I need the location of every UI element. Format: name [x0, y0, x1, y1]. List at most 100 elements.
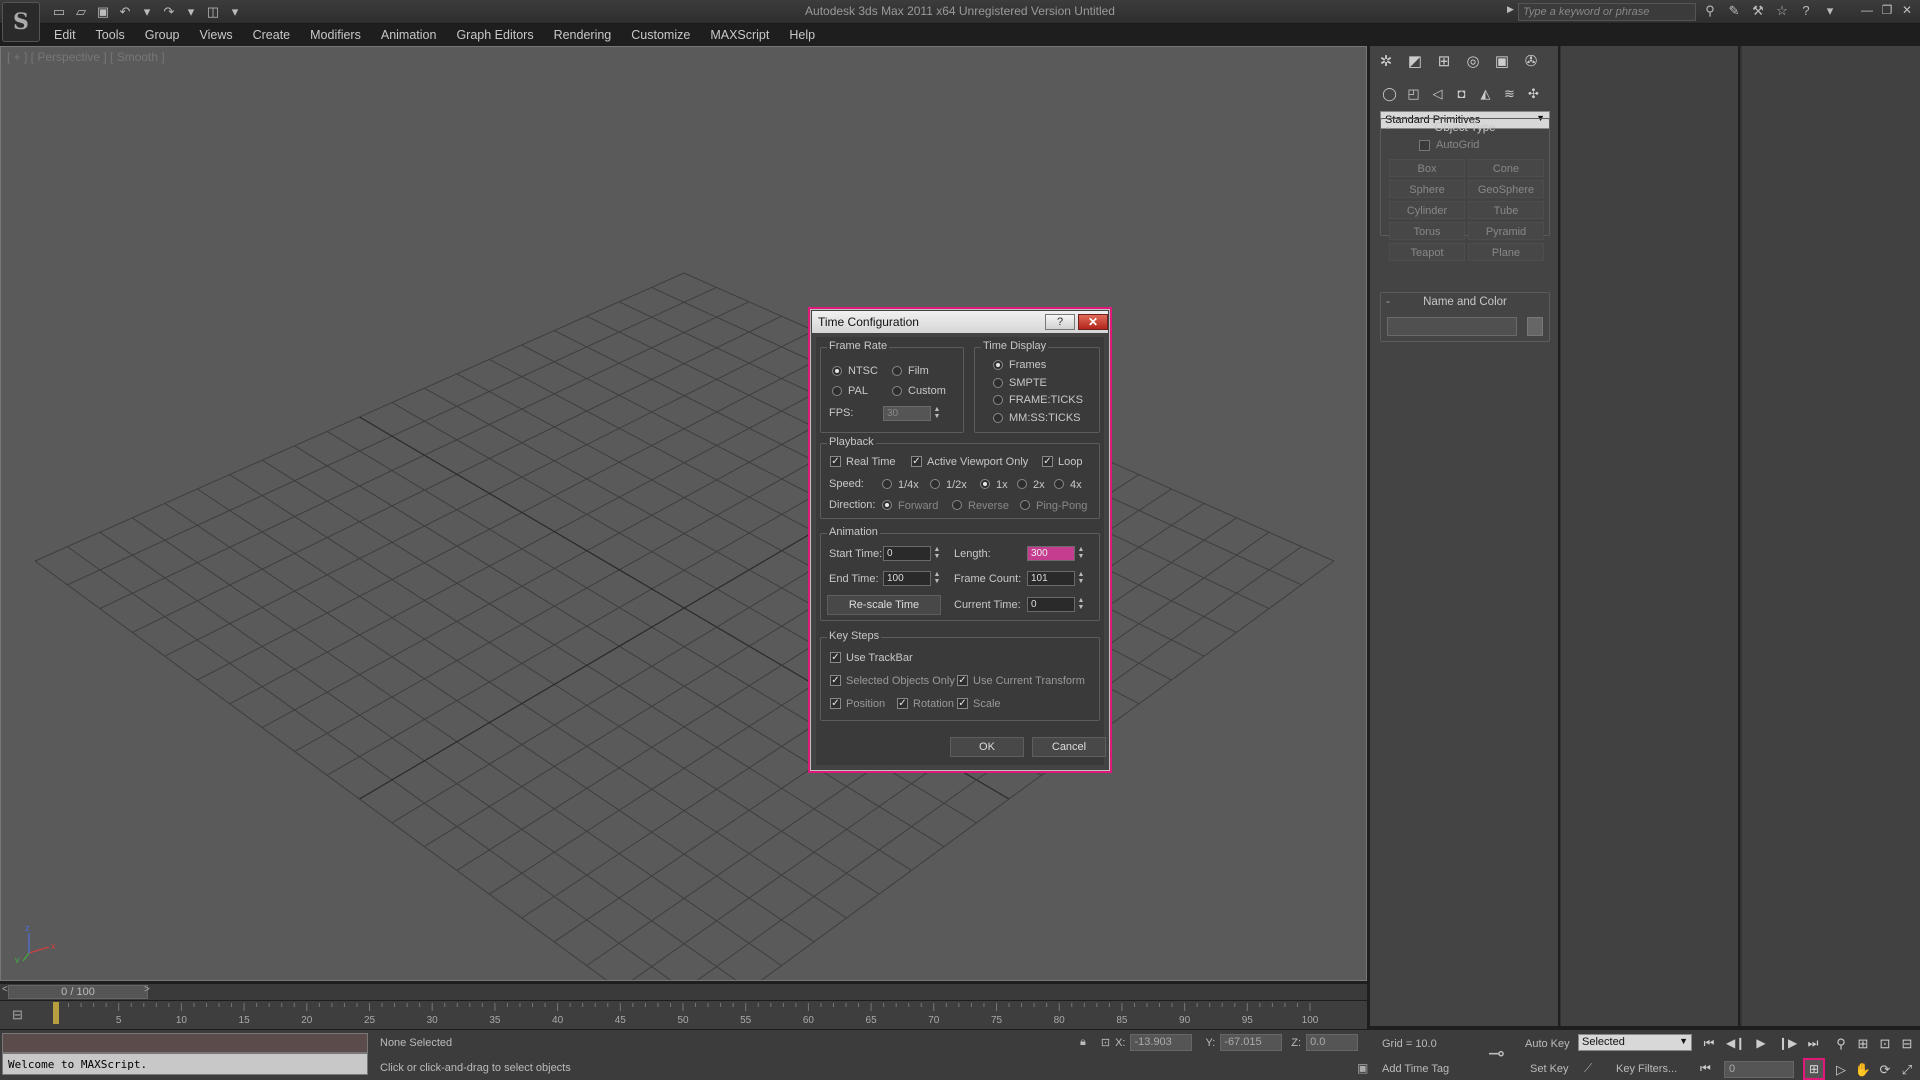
direction-ping-pong-radio[interactable] [1020, 500, 1030, 510]
window-close-icon[interactable]: ✕ [1900, 3, 1914, 17]
orbit-icon[interactable]: ⟳ [1874, 1062, 1896, 1078]
menu-group[interactable]: Group [135, 24, 190, 46]
start-time-spinner[interactable]: 0 ▲ ▼ [883, 546, 943, 561]
restore-icon[interactable]: ❐ [1880, 3, 1894, 17]
current-time-spinner[interactable]: 0 ▲ ▼ [1027, 597, 1087, 612]
x-coordinate-field[interactable]: -13.903 [1130, 1034, 1193, 1051]
dialog-close-button[interactable]: ✕ [1078, 314, 1108, 330]
current-frame-field[interactable]: 0 [1724, 1061, 1794, 1078]
cylinder-button[interactable]: Cylinder [1389, 201, 1465, 219]
position-checkbox[interactable]: ✓ [830, 698, 841, 709]
zoom-extents-all-icon[interactable]: ⊟ [1896, 1036, 1918, 1052]
menu-views[interactable]: Views [189, 24, 242, 46]
cameras-icon[interactable]: ◘ [1452, 84, 1471, 104]
viewport-label[interactable]: [ + ] [ Perspective ] [ Smooth ] [7, 50, 165, 64]
time-slider[interactable]: < 0 / 100 > [0, 984, 1367, 1000]
film-radio[interactable] [892, 366, 902, 376]
plane-button[interactable]: Plane [1468, 243, 1544, 261]
use-trackbar-checkbox[interactable]: ✓ [830, 652, 841, 663]
mm-ss-ticks-radio[interactable] [993, 413, 1003, 423]
dialog-title-bar[interactable]: Time Configuration ? ✕ [812, 311, 1108, 333]
play-icon[interactable]: ▶ [1752, 1036, 1770, 1051]
fps-spinner[interactable]: 30 ▲ ▼ [883, 406, 943, 421]
ok-button[interactable]: OK [950, 737, 1024, 757]
go-to-start-icon[interactable]: ⏮ [1700, 1036, 1718, 1051]
selected-objects-only-checkbox[interactable]: ✓ [830, 675, 841, 686]
subscription-icon[interactable]: ✎ [1726, 3, 1742, 19]
use-current-transform-checkbox[interactable]: ✓ [957, 675, 968, 686]
speed-quarter-radio[interactable] [882, 479, 892, 489]
display-tab-icon[interactable]: ▣ [1490, 50, 1514, 74]
frame-count-field[interactable]: 101 [1027, 571, 1075, 586]
dialog-help-button[interactable]: ? [1045, 314, 1075, 330]
trackbar[interactable]: ⊟ 5 10 15 20 25 30 35 40 45 50 55 60 65 70 75 80 85 90 95 1… [0, 1001, 1367, 1029]
object-color-swatch[interactable] [1527, 317, 1543, 336]
go-to-end-icon[interactable]: ⏭ [1804, 1036, 1822, 1051]
selection-lock-icon[interactable]: 🔒︎ [1080, 1036, 1086, 1049]
favorites-star-icon[interactable]: ☆ [1774, 3, 1790, 19]
utilities-tab-icon[interactable]: ✇ [1519, 50, 1543, 74]
real-time-checkbox[interactable]: ✓ [830, 456, 841, 467]
name-and-color-header[interactable]: - Name and Color [1381, 293, 1549, 311]
custom-radio[interactable] [892, 386, 902, 396]
smpte-radio[interactable] [993, 378, 1003, 388]
time-slider-next-icon[interactable]: > [144, 984, 150, 995]
shapes-icon[interactable]: ◰ [1404, 84, 1423, 104]
object-type-header[interactable]: - Object Type [1381, 119, 1549, 137]
search-expand-icon[interactable]: ▶ [1507, 4, 1514, 15]
frame-count-spinner[interactable]: 101 ▲ ▼ [1027, 571, 1087, 586]
scale-checkbox[interactable]: ✓ [957, 698, 968, 709]
maxscript-input[interactable] [2, 1033, 368, 1053]
spinner-arrows-icon[interactable]: ▲ ▼ [1076, 546, 1086, 561]
spinner-arrows-icon[interactable]: ▲ ▼ [1076, 571, 1086, 586]
previous-frame-icon[interactable]: ◀❙ [1726, 1036, 1745, 1051]
menu-animation[interactable]: Animation [371, 24, 447, 46]
search-input[interactable]: Type a keyword or phrase [1518, 3, 1696, 21]
create-tab-icon[interactable]: ✲ [1374, 50, 1398, 74]
key-mode-dropdown[interactable]: Selected ▼ [1578, 1034, 1692, 1051]
box-button[interactable]: Box [1389, 159, 1465, 177]
time-slider-prev-icon[interactable]: < [2, 984, 8, 995]
frames-radio[interactable] [993, 360, 1003, 370]
menu-rendering[interactable]: Rendering [544, 24, 622, 46]
direction-reverse-radio[interactable] [952, 500, 962, 510]
loop-checkbox[interactable]: ✓ [1042, 456, 1053, 467]
cancel-button[interactable]: Cancel [1032, 737, 1106, 757]
spinner-arrows-icon[interactable]: ▲ ▼ [932, 571, 942, 586]
menu-modifiers[interactable]: Modifiers [300, 24, 371, 46]
communication-center-icon[interactable]: ⚒ [1750, 3, 1766, 19]
zoom-all-icon[interactable]: ⊞ [1852, 1036, 1874, 1052]
systems-icon[interactable]: ✣ [1524, 84, 1543, 104]
add-time-tag-button[interactable]: Add Time Tag [1382, 1063, 1449, 1075]
perspective-viewport[interactable]: [ + ] [ Perspective ] [ Smooth ] x y z [0, 46, 1367, 981]
spinner-arrows-icon[interactable]: ▲ ▼ [1076, 597, 1086, 612]
absolute-mode-icon[interactable]: ⊡ [1101, 1036, 1110, 1049]
pyramid-button[interactable]: Pyramid [1468, 222, 1544, 240]
length-field[interactable]: 300 [1027, 546, 1075, 561]
active-viewport-only-checkbox[interactable]: ✓ [911, 456, 922, 467]
maxscript-output[interactable]: Welcome to MAXScript. [2, 1053, 368, 1075]
rotation-checkbox[interactable]: ✓ [897, 698, 908, 709]
key-filters-button[interactable]: Key Filters... [1616, 1063, 1677, 1075]
motion-tab-icon[interactable]: ◎ [1461, 50, 1485, 74]
ntsc-radio[interactable] [832, 366, 842, 376]
direction-forward-radio[interactable] [882, 500, 892, 510]
geometry-icon[interactable]: ◯ [1380, 84, 1399, 104]
auto-key-button[interactable]: Auto Key [1525, 1038, 1570, 1050]
speed-1x-radio[interactable] [980, 479, 990, 489]
menu-create[interactable]: Create [243, 24, 301, 46]
next-frame-icon[interactable]: ❙▶ [1778, 1036, 1797, 1051]
geosphere-button[interactable]: GeoSphere [1468, 180, 1544, 198]
lights-icon[interactable]: ◁ [1428, 84, 1447, 104]
speed-4x-radio[interactable] [1054, 479, 1064, 489]
cone-button[interactable]: Cone [1468, 159, 1544, 177]
zoom-icon[interactable]: ⚲ [1830, 1036, 1852, 1052]
time-slider-thumb[interactable]: 0 / 100 [8, 985, 148, 999]
speed-2x-radio[interactable] [1017, 479, 1027, 489]
zoom-extents-icon[interactable]: ⊡ [1874, 1036, 1896, 1052]
y-coordinate-field[interactable]: -67.015 [1220, 1034, 1283, 1051]
pan-view-icon[interactable]: ✋ [1852, 1062, 1874, 1078]
current-frame-marker[interactable] [53, 1002, 59, 1024]
menu-edit[interactable]: Edit [44, 24, 86, 46]
speed-half-radio[interactable] [930, 479, 940, 489]
